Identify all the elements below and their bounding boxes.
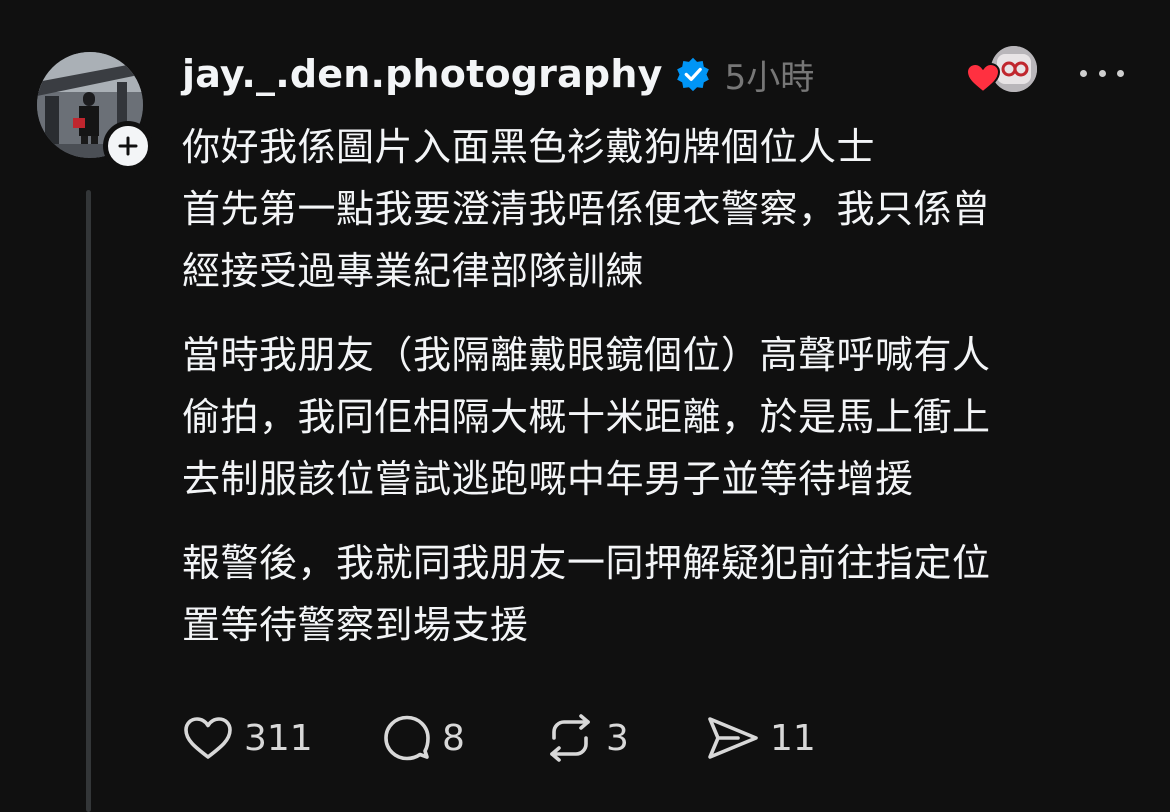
comment-icon: [384, 715, 430, 761]
reply-button[interactable]: 8: [382, 713, 544, 763]
more-horizontal-icon: [1080, 69, 1087, 77]
post-paragraph: 當時我朋友（我隔離戴眼鏡個位）高聲呼喊有人 偷拍，我同佢相隔大概十米距離，於是馬…: [182, 324, 1152, 510]
post-paragraph: 報警後，我就同我朋友一同押解疑犯前往指定位 置等待警察到場支援: [182, 532, 1152, 656]
text-line: 當時我朋友（我隔離戴眼鏡個位）高聲呼喊有人: [182, 333, 991, 377]
follow-button[interactable]: [103, 121, 153, 171]
send-icon: [708, 717, 758, 759]
post-paragraph: 你好我係圖片入面黑色衫戴狗牌個位人士 首先第一點我要澄清我唔係便衣警察，我只係曾…: [182, 116, 1152, 302]
more-options-button[interactable]: [1080, 58, 1124, 88]
post-header: jay._.den.photography 5小時: [182, 48, 814, 100]
text-line: 你好我係圖片入面黑色衫戴狗牌個位人士: [182, 125, 876, 169]
action-bar: 311 8 3 11: [182, 710, 856, 766]
liked-by-avatars[interactable]: [965, 44, 1041, 94]
like-count: 311: [244, 717, 313, 759]
repost-icon: [550, 714, 590, 762]
repost-button[interactable]: 3: [544, 714, 706, 762]
share-button[interactable]: 11: [706, 715, 856, 761]
heart-outline-icon: [184, 717, 232, 759]
post-body: 你好我係圖片入面黑色衫戴狗牌個位人士 首先第一點我要澄清我唔係便衣警察，我只係曾…: [182, 116, 1152, 678]
reply-count: 8: [442, 717, 465, 759]
text-line: 經接受過專業紀律部隊訓練: [182, 249, 645, 293]
repost-count: 3: [606, 717, 629, 759]
text-line: 偷拍，我同佢相隔大概十米距離，於是馬上衝上: [182, 395, 991, 439]
thread-post: jay._.den.photography 5小時 你好我係圖片入面黑色衫戴狗牌…: [0, 0, 1170, 812]
text-line: 報警後，我就同我朋友一同押解疑犯前往指定位: [182, 541, 991, 585]
heart-icon: [965, 62, 1001, 94]
plus-icon: [118, 136, 138, 156]
text-line: 去制服該位嘗試逃跑嘅中年男子並等待增援: [182, 457, 914, 501]
text-line: 首先第一點我要澄清我唔係便衣警察，我只係曾: [182, 187, 991, 231]
thread-line: [86, 190, 91, 812]
post-time: 5小時: [724, 57, 815, 98]
like-button[interactable]: 311: [182, 715, 382, 761]
share-count: 11: [770, 717, 816, 759]
verified-badge-icon: [676, 57, 709, 92]
text-line: 置等待警察到場支援: [182, 603, 529, 647]
username[interactable]: jay._.den.photography: [182, 52, 663, 96]
